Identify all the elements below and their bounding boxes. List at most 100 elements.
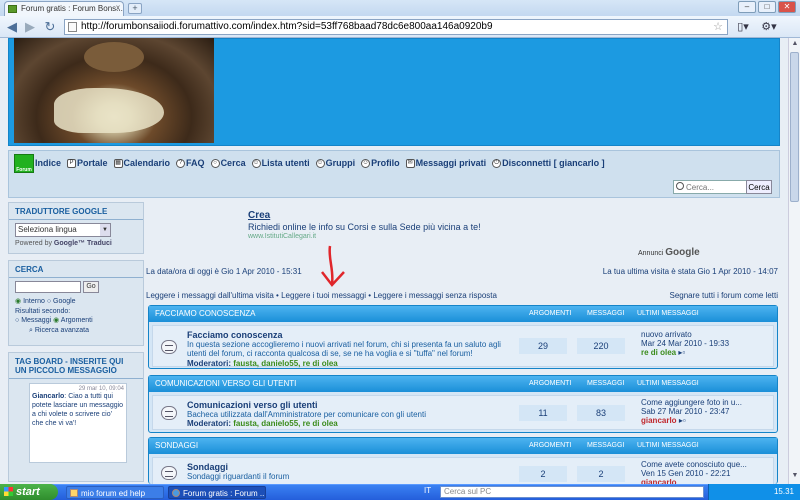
moderators-list[interactable]: fausta, danielo55, re di olea xyxy=(233,419,337,428)
last-post-user[interactable]: re di olea xyxy=(641,348,676,357)
tag-user[interactable]: Giancarlo xyxy=(32,393,64,400)
nav-item-calendario[interactable]: ▦ Calendario xyxy=(113,158,170,168)
last-post-title[interactable]: Come aggiungere foto in u... xyxy=(641,398,781,407)
category-header: SONDAGGI ARGOMENTI MESSAGGI ULTIMI MESSA… xyxy=(149,438,777,454)
moderators-label: Moderatori: xyxy=(187,419,231,428)
language-select-value: Seleziona lingua xyxy=(18,225,77,234)
nav-item-cerca[interactable]: ○ Cerca xyxy=(210,158,246,168)
new-tab-button[interactable]: + xyxy=(128,3,142,14)
tab-title: Forum gratis : Forum Bons... xyxy=(21,4,123,13)
forum-name[interactable]: Comunicazioni verso gli utenti xyxy=(187,400,318,410)
page-icon xyxy=(68,22,77,32)
taskbar-search-placeholder: Cerca sul PC xyxy=(444,487,492,496)
clock[interactable]: 15.31 xyxy=(774,487,794,496)
header-search-input[interactable] xyxy=(673,180,747,194)
radio-checked-icon[interactable]: ◉ xyxy=(15,298,21,305)
translator-title: TRADUTTORE GOOGLE xyxy=(9,203,143,220)
ads-by-google[interactable]: Annunci Google xyxy=(638,247,700,258)
nav-item-disconnetti[interactable]: ⏻ Disconnetti [ giancarlo ] xyxy=(492,158,605,168)
forum-read-icon xyxy=(161,340,177,354)
nav-item-gruppi[interactable]: ☺ Gruppi xyxy=(315,158,355,168)
address-bar[interactable]: http://forumbonsaiiodi.forumattivo.com/i… xyxy=(64,19,728,35)
tagboard-title: TAG BOARD - INSERITE QUI UN PICCOLO MESS… xyxy=(9,353,143,379)
moderators-list[interactable]: fausta, danielo55, re di olea xyxy=(233,359,337,368)
radio-google-label: Google xyxy=(53,298,76,305)
separator-dot: • xyxy=(368,291,372,300)
tag-entry: Giancarlo: Ciao a tutti qui potete lasci… xyxy=(32,393,124,427)
nav-item-lista-utenti[interactable]: ☺ Lista utenti xyxy=(251,158,310,168)
bookmark-star-icon[interactable]: ☆ xyxy=(713,20,723,34)
envelope-icon: ✉ xyxy=(405,158,415,168)
language-indicator[interactable]: IT xyxy=(424,486,431,495)
nav-item-faq[interactable]: ? FAQ xyxy=(176,158,205,168)
posts-count: 83 xyxy=(577,405,625,421)
header-search-button[interactable]: Cerca xyxy=(746,180,772,194)
forum-name[interactable]: Sondaggi xyxy=(187,462,228,472)
chevron-down-icon: ▼ xyxy=(100,224,110,236)
tagboard-messages[interactable]: 29 mar 10, 09:04 Giancarlo: Ciao a tutti… xyxy=(29,383,127,463)
nav-item-messaggi-privati[interactable]: ✉ Messaggi privati xyxy=(405,158,486,168)
col-last-posts: ULTIMI MESSAGGI xyxy=(637,442,699,449)
category-title[interactable]: SONDAGGI xyxy=(155,441,198,450)
forum-name[interactable]: Facciamo conoscenza xyxy=(187,330,283,340)
category-title[interactable]: FACCIAMO CONOSCENZA xyxy=(155,309,255,318)
posts-count: 220 xyxy=(577,338,625,354)
category-comunicazioni: COMUNICAZIONI VERSO GLI UTENTI ARGOMENTI… xyxy=(148,375,778,433)
taskbar-item-browser[interactable]: Forum gratis : Forum ... xyxy=(168,486,266,499)
last-post-title[interactable]: nuovo arrivato xyxy=(641,330,781,339)
close-window-button[interactable]: ✕ xyxy=(778,1,796,13)
scroll-down-icon[interactable]: ▼ xyxy=(791,472,799,479)
advanced-search-link[interactable]: ⌕ Ricerca avanzata xyxy=(29,327,137,335)
google-translate-link[interactable]: Google™ Traduci xyxy=(54,240,112,247)
browser-icon xyxy=(172,489,180,497)
read-since-last-link[interactable]: Leggere i messaggi dall'ultima visita xyxy=(146,291,274,300)
page-scrollbar[interactable]: ▲ ▼ xyxy=(788,38,800,484)
ad-url[interactable]: www.IstitutiCallegari.it xyxy=(248,233,316,240)
col-posts: MESSAGGI xyxy=(587,310,625,317)
goto-post-icon[interactable]: ▸▫ xyxy=(678,348,685,357)
scroll-up-icon[interactable]: ▲ xyxy=(791,40,799,47)
taskbar-item-forum-help[interactable]: mio forum ed help xyxy=(66,486,164,499)
taskbar-search[interactable]: Cerca sul PC xyxy=(440,486,704,498)
nav-label: FAQ xyxy=(186,158,205,168)
forum-row: Sondaggi Sondaggi riguardanti il forum 2… xyxy=(152,457,774,487)
goto-post-icon[interactable]: ▸▫ xyxy=(679,416,686,425)
profile-icon: ☺ xyxy=(361,158,371,168)
nav-item-profilo[interactable]: ☺ Profilo xyxy=(361,158,400,168)
nav-item-portale[interactable]: P Portale xyxy=(67,158,108,168)
category-title[interactable]: COMUNICAZIONI VERSO GLI UTENTI xyxy=(155,379,296,388)
ad-block: Crea Richiedi online le info su Corsi e … xyxy=(148,198,780,260)
results-label: Risultati secondo: xyxy=(15,308,71,315)
sidebar-search-input[interactable] xyxy=(15,281,81,293)
nav-label: Disconnetti [ giancarlo ] xyxy=(502,158,605,168)
radio-icon[interactable]: ○ xyxy=(15,317,19,324)
forward-icon[interactable]: ▶ xyxy=(22,19,38,35)
wrench-menu-icon[interactable]: ⚙▾ xyxy=(758,19,780,35)
ad-title[interactable]: Crea xyxy=(248,210,270,221)
last-post-user[interactable]: giancarlo xyxy=(641,416,677,425)
language-select[interactable]: Seleziona lingua ▼ xyxy=(15,223,111,237)
category-sondaggi: SONDAGGI ARGOMENTI MESSAGGI ULTIMI MESSA… xyxy=(148,437,778,487)
read-mine-link[interactable]: Leggere i tuoi messaggi xyxy=(281,291,366,300)
scroll-thumb[interactable] xyxy=(790,52,799,202)
faq-icon: ? xyxy=(176,158,186,168)
mark-all-read-link[interactable]: Segnare tutti i forum come letti xyxy=(670,291,779,300)
nav-item-indice[interactable]: Forum Indice xyxy=(14,153,61,173)
start-button[interactable]: start xyxy=(0,484,58,500)
start-label: start xyxy=(16,486,40,498)
radio-icon[interactable]: ○ xyxy=(47,298,51,305)
sidebar-search-go-button[interactable]: Go xyxy=(83,281,99,293)
reload-icon[interactable]: ↻ xyxy=(42,19,58,35)
maximize-button[interactable]: □ xyxy=(758,1,776,13)
category-header: COMUNICAZIONI VERSO GLI UTENTI ARGOMENTI… xyxy=(149,376,777,392)
page-menu-icon[interactable]: ▯▾ xyxy=(732,19,754,35)
read-unanswered-link[interactable]: Leggere i messaggi senza risposta xyxy=(373,291,497,300)
last-post-title[interactable]: Come avete conosciuto que... xyxy=(641,460,781,469)
minimize-button[interactable]: – xyxy=(738,1,756,13)
browser-tab[interactable]: Forum gratis : Forum Bons... x xyxy=(4,1,124,16)
back-icon[interactable]: ◀ xyxy=(4,19,20,35)
radio-checked-icon[interactable]: ◉ xyxy=(53,317,59,324)
tab-close-icon[interactable]: x xyxy=(116,3,120,12)
search-icon: ○ xyxy=(210,158,220,168)
sidebar-search-panel: CERCA Go ◉ Interno ○ Google Risultati se… xyxy=(8,260,144,346)
